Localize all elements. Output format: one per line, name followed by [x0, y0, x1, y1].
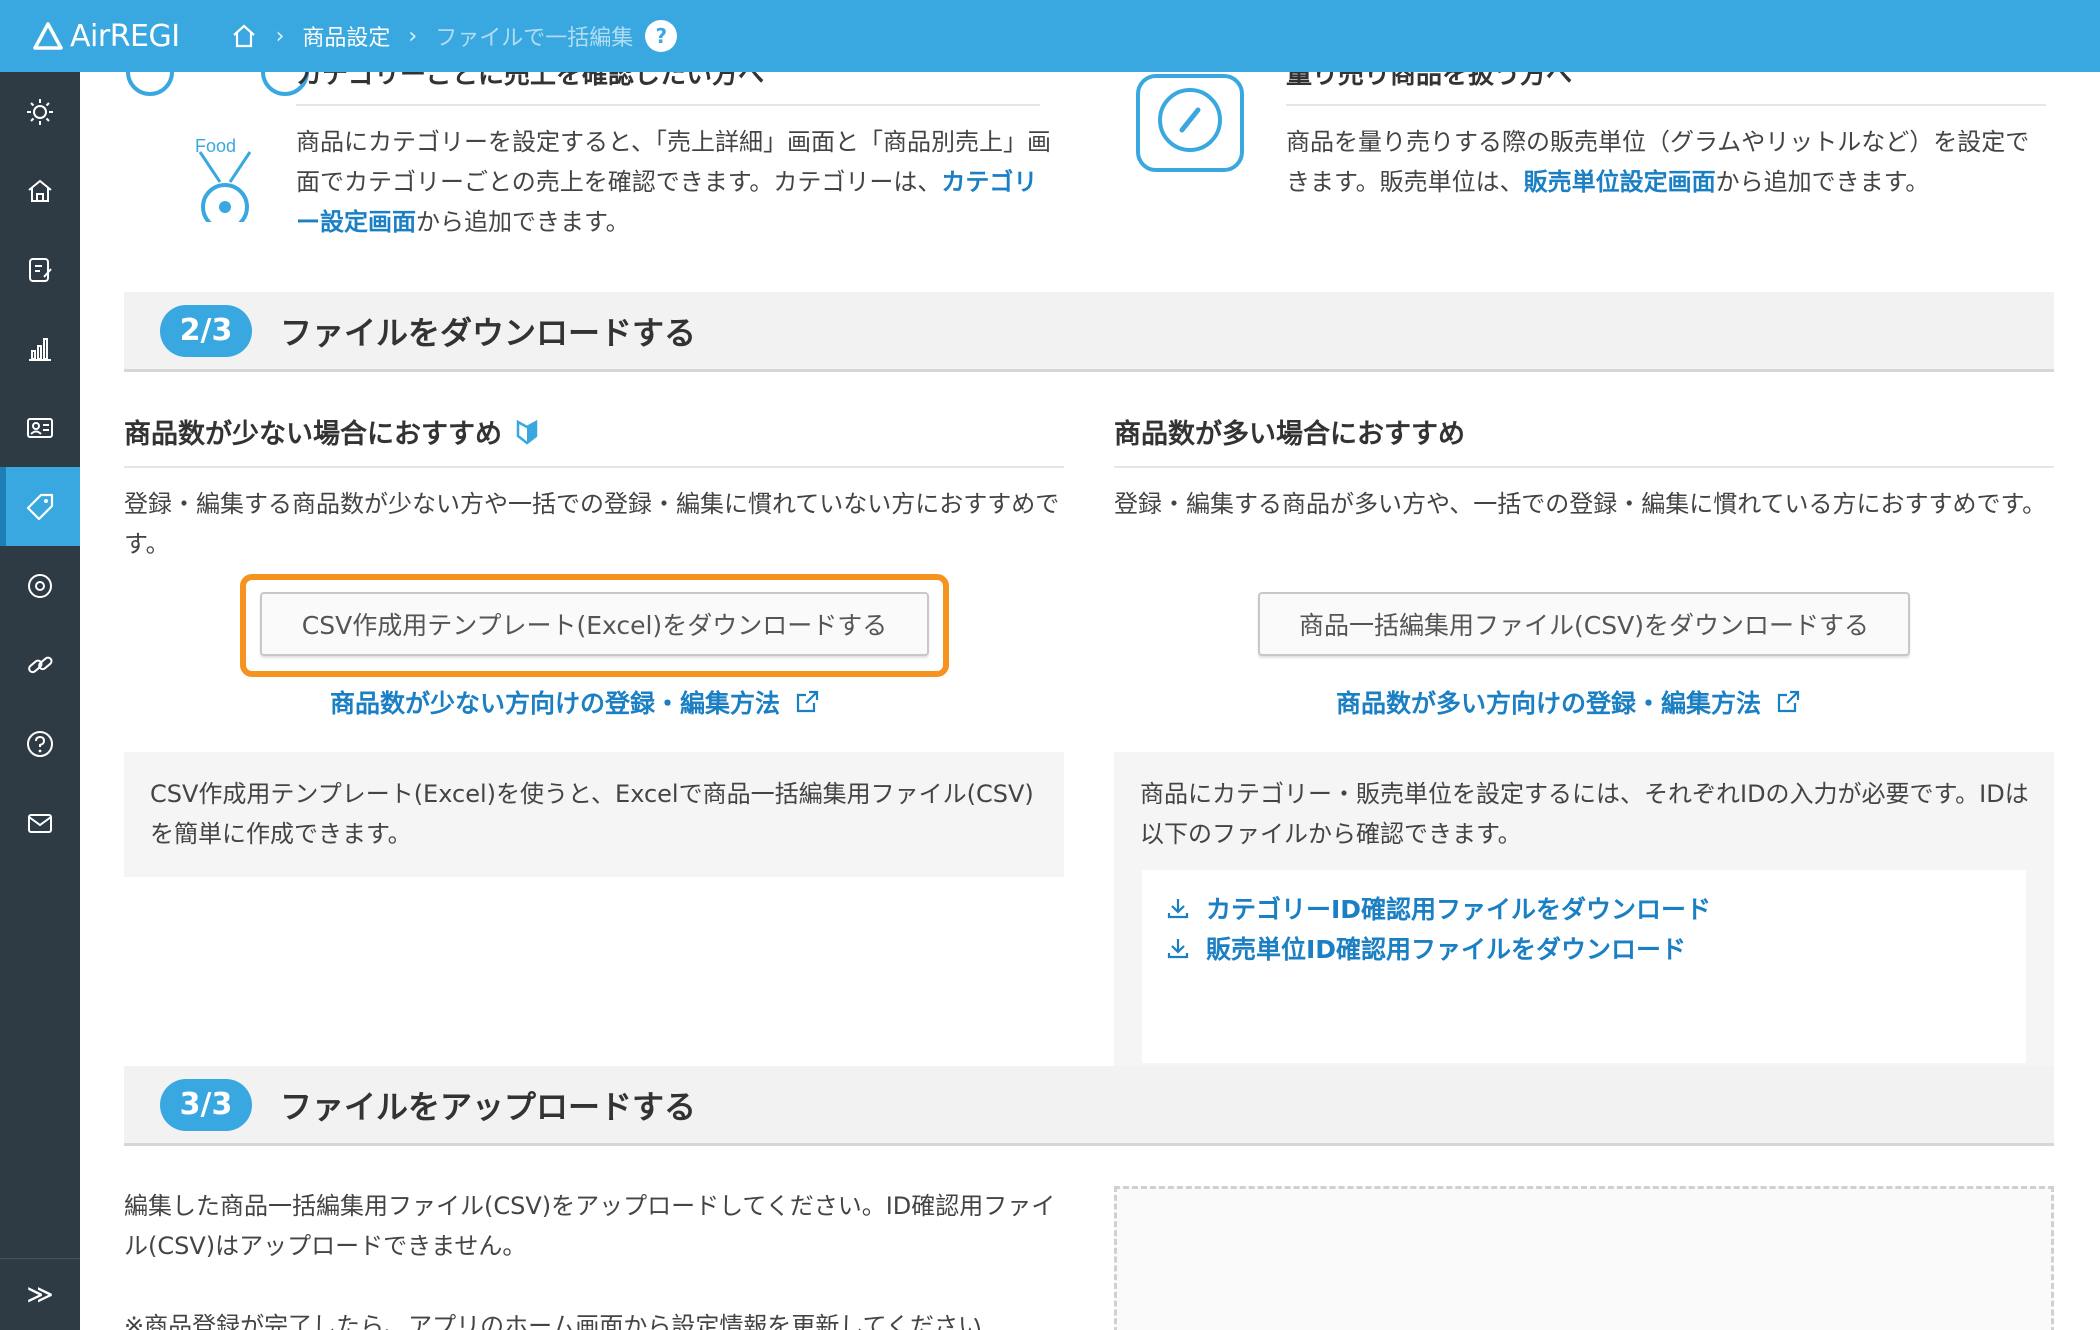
- unit-text-after: から追加できます。: [1715, 168, 1930, 196]
- download-icon: [1167, 939, 1189, 959]
- breadcrumb: › 商品設定 › ファイルで一括編集 ?: [230, 20, 678, 52]
- top-bar: AirREGI › 商品設定 › ファイルで一括編集 ?: [0, 0, 2100, 72]
- sidebar-item-help[interactable]: [0, 704, 80, 783]
- sidebar-item-register[interactable]: [0, 230, 80, 309]
- settings-icon: [28, 573, 52, 598]
- external-link-icon: [796, 690, 819, 713]
- step3-note: ※商品登録が完了したら、アプリのホーム画面から設定情報を更新してください: [124, 1312, 982, 1330]
- sidebar-item-settings[interactable]: [0, 546, 80, 625]
- help-icon[interactable]: ?: [645, 20, 678, 52]
- unit-id-file-link[interactable]: 販売単位ID確認用ファイルをダウンロード: [1166, 930, 1686, 966]
- sidebar-item-sun[interactable]: [0, 72, 80, 151]
- few-products-title: 商品数が少ない場合におすすめ: [124, 412, 538, 451]
- mail-icon: [28, 813, 52, 833]
- step3-header: 3/3 ファイルをアップロードする: [124, 1066, 2054, 1146]
- external-link-icon: [1777, 690, 1800, 713]
- step3-desc: 編集した商品一括編集用ファイル(CSV)をアップロードしてください。ID確認用フ…: [124, 1192, 1056, 1260]
- few-products-desc: 登録・編集する商品数が少ない方や一括での登録・編集に慣れていない方におすすめです…: [124, 490, 1060, 558]
- sidebar: ≫: [0, 72, 80, 1330]
- unit-id-file-link-text: 販売単位ID確認用ファイルをダウンロード: [1206, 935, 1687, 964]
- register-icon: [29, 257, 52, 282]
- step2-header: 2/3 ファイルをダウンロードする: [124, 292, 2054, 372]
- many-products-method-link-text: 商品数が多い方向けの登録・編集方法: [1336, 689, 1762, 718]
- sidebar-item-sales[interactable]: [0, 309, 80, 388]
- breadcrumb-product-settings[interactable]: 商品設定: [302, 20, 390, 52]
- chart-icon: [29, 337, 51, 361]
- step2-badge: 2/3: [160, 304, 252, 357]
- csv-upload-dropzone[interactable]: [1114, 1186, 2054, 1330]
- few-products-method-link[interactable]: 商品数が少ない方向けの登録・編集方法: [330, 684, 820, 720]
- sun-icon: [27, 98, 53, 125]
- few-products-title-text: 商品数が少ない場合におすすめ: [124, 419, 502, 450]
- download-icon: [1167, 899, 1189, 919]
- tag-icon: [26, 493, 54, 520]
- sidebar-item-home[interactable]: [0, 151, 80, 230]
- many-products-desc: 登録・編集する商品が多い方や、一括での登録・編集に慣れている方におすすめです。: [1114, 490, 2047, 518]
- beginner-mark-icon: [516, 419, 538, 445]
- step3-title: ファイルをアップロードする: [280, 1087, 697, 1126]
- unit-feature-text: 商品を量り売りする際の販売単位（グラムやリットルなど）を設定できます。販売単位は…: [1286, 122, 2046, 202]
- home-icon: [28, 179, 52, 202]
- main-content: Food カテゴリーごとに売上を確認したい方へ 商品にカテゴリーを設定すると、「…: [80, 72, 2100, 1330]
- unit-feature-title: 量り売り商品を扱う方へ: [1286, 72, 1573, 90]
- few-products-method-link-text: 商品数が少ない方向けの登録・編集方法: [330, 689, 781, 718]
- sidebar-expand-button[interactable]: ≫: [0, 1258, 80, 1330]
- logo-text: AirREGI: [70, 18, 180, 54]
- home-icon[interactable]: [230, 22, 258, 50]
- many-products-note: 商品にカテゴリー・販売単位を設定するには、それぞれIDの入力が必要です。IDは以…: [1140, 780, 2029, 848]
- sidebar-item-mail[interactable]: [0, 783, 80, 862]
- download-csv-file-button[interactable]: 商品一括編集用ファイル(CSV)をダウンロードする: [1258, 592, 1910, 656]
- category-id-file-link[interactable]: カテゴリーID確認用ファイルをダウンロード: [1166, 890, 1711, 926]
- category-text-before: 商品にカテゴリーを設定すると、「売上詳細」画面と「商品別売上」画面でカテゴリーご…: [296, 128, 1052, 196]
- few-products-note: CSV作成用テンプレート(Excel)を使うと、Excelで商品一括編集用ファイ…: [150, 780, 1034, 848]
- chevron-right-icon: ›: [275, 23, 285, 49]
- breadcrumb-current: ファイルで一括編集: [435, 26, 634, 51]
- logo-triangle-icon: [33, 22, 63, 50]
- divider: [124, 466, 1064, 468]
- sidebar-item-link[interactable]: [0, 625, 80, 704]
- download-excel-template-button[interactable]: CSV作成用テンプレート(Excel)をダウンロードする: [260, 592, 929, 656]
- sidebar-item-staff[interactable]: [0, 388, 80, 467]
- divider: [1114, 466, 2054, 468]
- category-id-file-link-text: カテゴリーID確認用ファイルをダウンロード: [1206, 895, 1712, 924]
- category-feature-text: 商品にカテゴリーを設定すると、「売上詳細」画面と「商品別売上」画面でカテゴリーご…: [296, 122, 1056, 242]
- category-food-icon: Food: [126, 72, 309, 222]
- divider: [296, 104, 1040, 106]
- help-icon: [27, 730, 53, 757]
- step2-title: ファイルをダウンロードする: [280, 313, 697, 352]
- divider: [1286, 104, 2046, 106]
- sidebar-item-products[interactable]: [0, 467, 80, 546]
- chevron-right-icon: ›: [408, 23, 418, 49]
- many-products-title: 商品数が多い場合におすすめ: [1114, 419, 1465, 450]
- step3-badge: 3/3: [160, 1078, 252, 1131]
- category-feature-title: カテゴリーごとに売上を確認したい方へ: [296, 72, 765, 90]
- scale-icon: [1136, 74, 1244, 172]
- id-card-icon: [27, 417, 53, 438]
- many-products-method-link[interactable]: 商品数が多い方向けの登録・編集方法: [1336, 684, 1801, 720]
- link-icon: [28, 656, 53, 673]
- unit-settings-link[interactable]: 販売単位設定画面: [1524, 168, 1716, 196]
- category-text-after: から追加できます。: [416, 208, 630, 236]
- airregi-logo[interactable]: AirREGI: [32, 19, 180, 54]
